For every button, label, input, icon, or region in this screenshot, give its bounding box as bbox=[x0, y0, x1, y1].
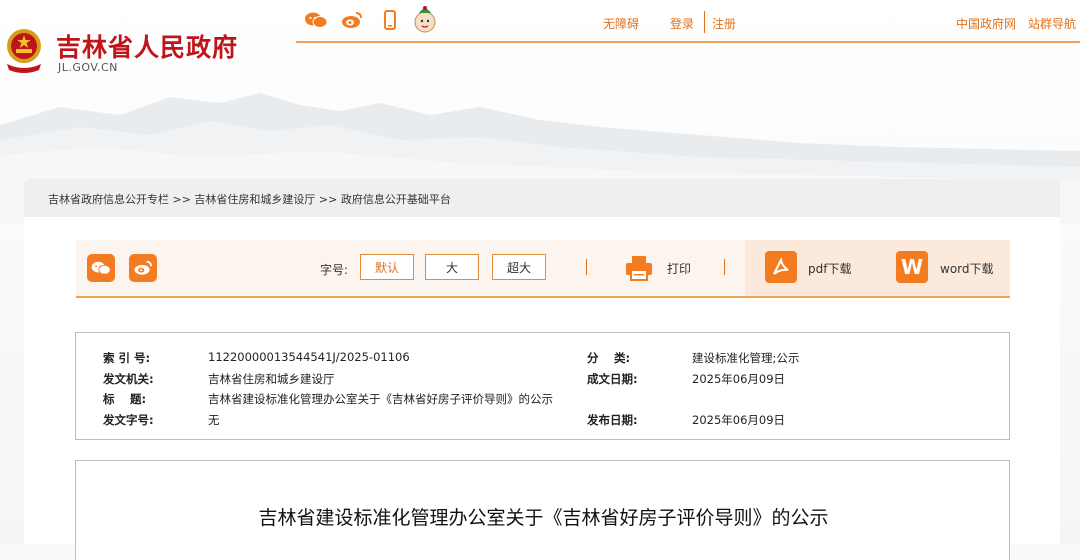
article-title: 吉林省建设标准化管理办公室关于《吉林省好房子评价导则》的公示 bbox=[258, 507, 829, 529]
mascot-icon[interactable] bbox=[413, 4, 437, 34]
pdf-icon[interactable] bbox=[765, 251, 797, 283]
font-default-button[interactable]: 默认 bbox=[360, 254, 414, 280]
title-label: 标 题: bbox=[103, 392, 147, 406]
doc-number-value: 无 bbox=[208, 413, 220, 427]
nav-divider bbox=[704, 11, 705, 33]
article-toolbar: 字号: 默认 大 超大 打印 pdf下载 W word下载 bbox=[76, 240, 1010, 298]
category-value: 建设标准化管理;公示 bbox=[692, 351, 800, 365]
issuer-label: 发文机关: bbox=[103, 372, 154, 386]
article-body: 吉林省建设标准化管理办公室关于《吉林省好房子评价导则》的公示 bbox=[75, 460, 1010, 560]
national-emblem-logo[interactable] bbox=[3, 26, 45, 74]
header-divider bbox=[296, 41, 1080, 43]
word-icon[interactable]: W bbox=[896, 251, 928, 283]
publish-date-value: 2025年06月09日 bbox=[692, 413, 786, 427]
accessibility-link[interactable]: 无障碍 bbox=[603, 15, 639, 32]
title-value: 吉林省建设标准化管理办公室关于《吉林省好房子评价导则》的公示 bbox=[208, 392, 553, 406]
china-gov-link[interactable]: 中国政府网 bbox=[956, 15, 1016, 32]
font-large-button[interactable]: 大 bbox=[425, 254, 479, 280]
date-written-value: 2025年06月09日 bbox=[692, 372, 786, 386]
breadcrumb-bar: 吉林省政府信息公开专栏 >> 吉林省住房和城乡建设厅 >> 政府信息公开基础平台 bbox=[24, 179, 1060, 217]
wechat-share-icon[interactable] bbox=[87, 254, 115, 282]
login-link[interactable]: 登录 bbox=[670, 15, 694, 32]
site-group-nav-link[interactable]: 站群导航 bbox=[1028, 15, 1076, 32]
mobile-icon[interactable] bbox=[379, 9, 401, 31]
index-value: 11220000013544541J/2025-01106 bbox=[208, 350, 410, 364]
toolbar-divider bbox=[586, 259, 587, 275]
font-xlarge-button[interactable]: 超大 bbox=[492, 254, 546, 280]
wechat-icon[interactable] bbox=[305, 9, 327, 31]
document-metadata: 索 引 号: 11220000013544541J/2025-01106 分 类… bbox=[75, 332, 1010, 440]
date-written-label: 成文日期: bbox=[587, 372, 638, 386]
index-label: 索 引 号: bbox=[103, 351, 151, 365]
weibo-share-icon[interactable] bbox=[129, 254, 157, 282]
weibo-icon[interactable] bbox=[341, 9, 363, 31]
site-domain: JL.GOV.CN bbox=[58, 61, 118, 74]
pdf-download-link[interactable]: pdf下载 bbox=[808, 260, 851, 277]
download-zone: pdf下载 W word下载 bbox=[745, 240, 1010, 296]
publish-date-label: 发布日期: bbox=[587, 413, 638, 427]
doc-number-label: 发文字号: bbox=[103, 413, 154, 427]
word-download-link[interactable]: word下载 bbox=[940, 260, 994, 277]
toolbar-divider bbox=[724, 259, 725, 275]
breadcrumb[interactable]: 吉林省政府信息公开专栏 >> 吉林省住房和城乡建设厅 >> 政府信息公开基础平台 bbox=[48, 191, 451, 207]
issuer-value: 吉林省住房和城乡建设厅 bbox=[208, 372, 335, 386]
print-label[interactable]: 打印 bbox=[667, 260, 691, 277]
category-label: 分 类: bbox=[587, 351, 631, 365]
site-header: 吉林省人民政府 JL.GOV.CN 无障碍 登录 注册 中国政府网 站群导航 bbox=[0, 0, 1080, 80]
register-link[interactable]: 注册 bbox=[712, 15, 736, 32]
print-icon[interactable] bbox=[624, 253, 654, 283]
font-size-label: 字号: bbox=[320, 263, 349, 277]
site-name[interactable]: 吉林省人民政府 bbox=[56, 28, 238, 64]
